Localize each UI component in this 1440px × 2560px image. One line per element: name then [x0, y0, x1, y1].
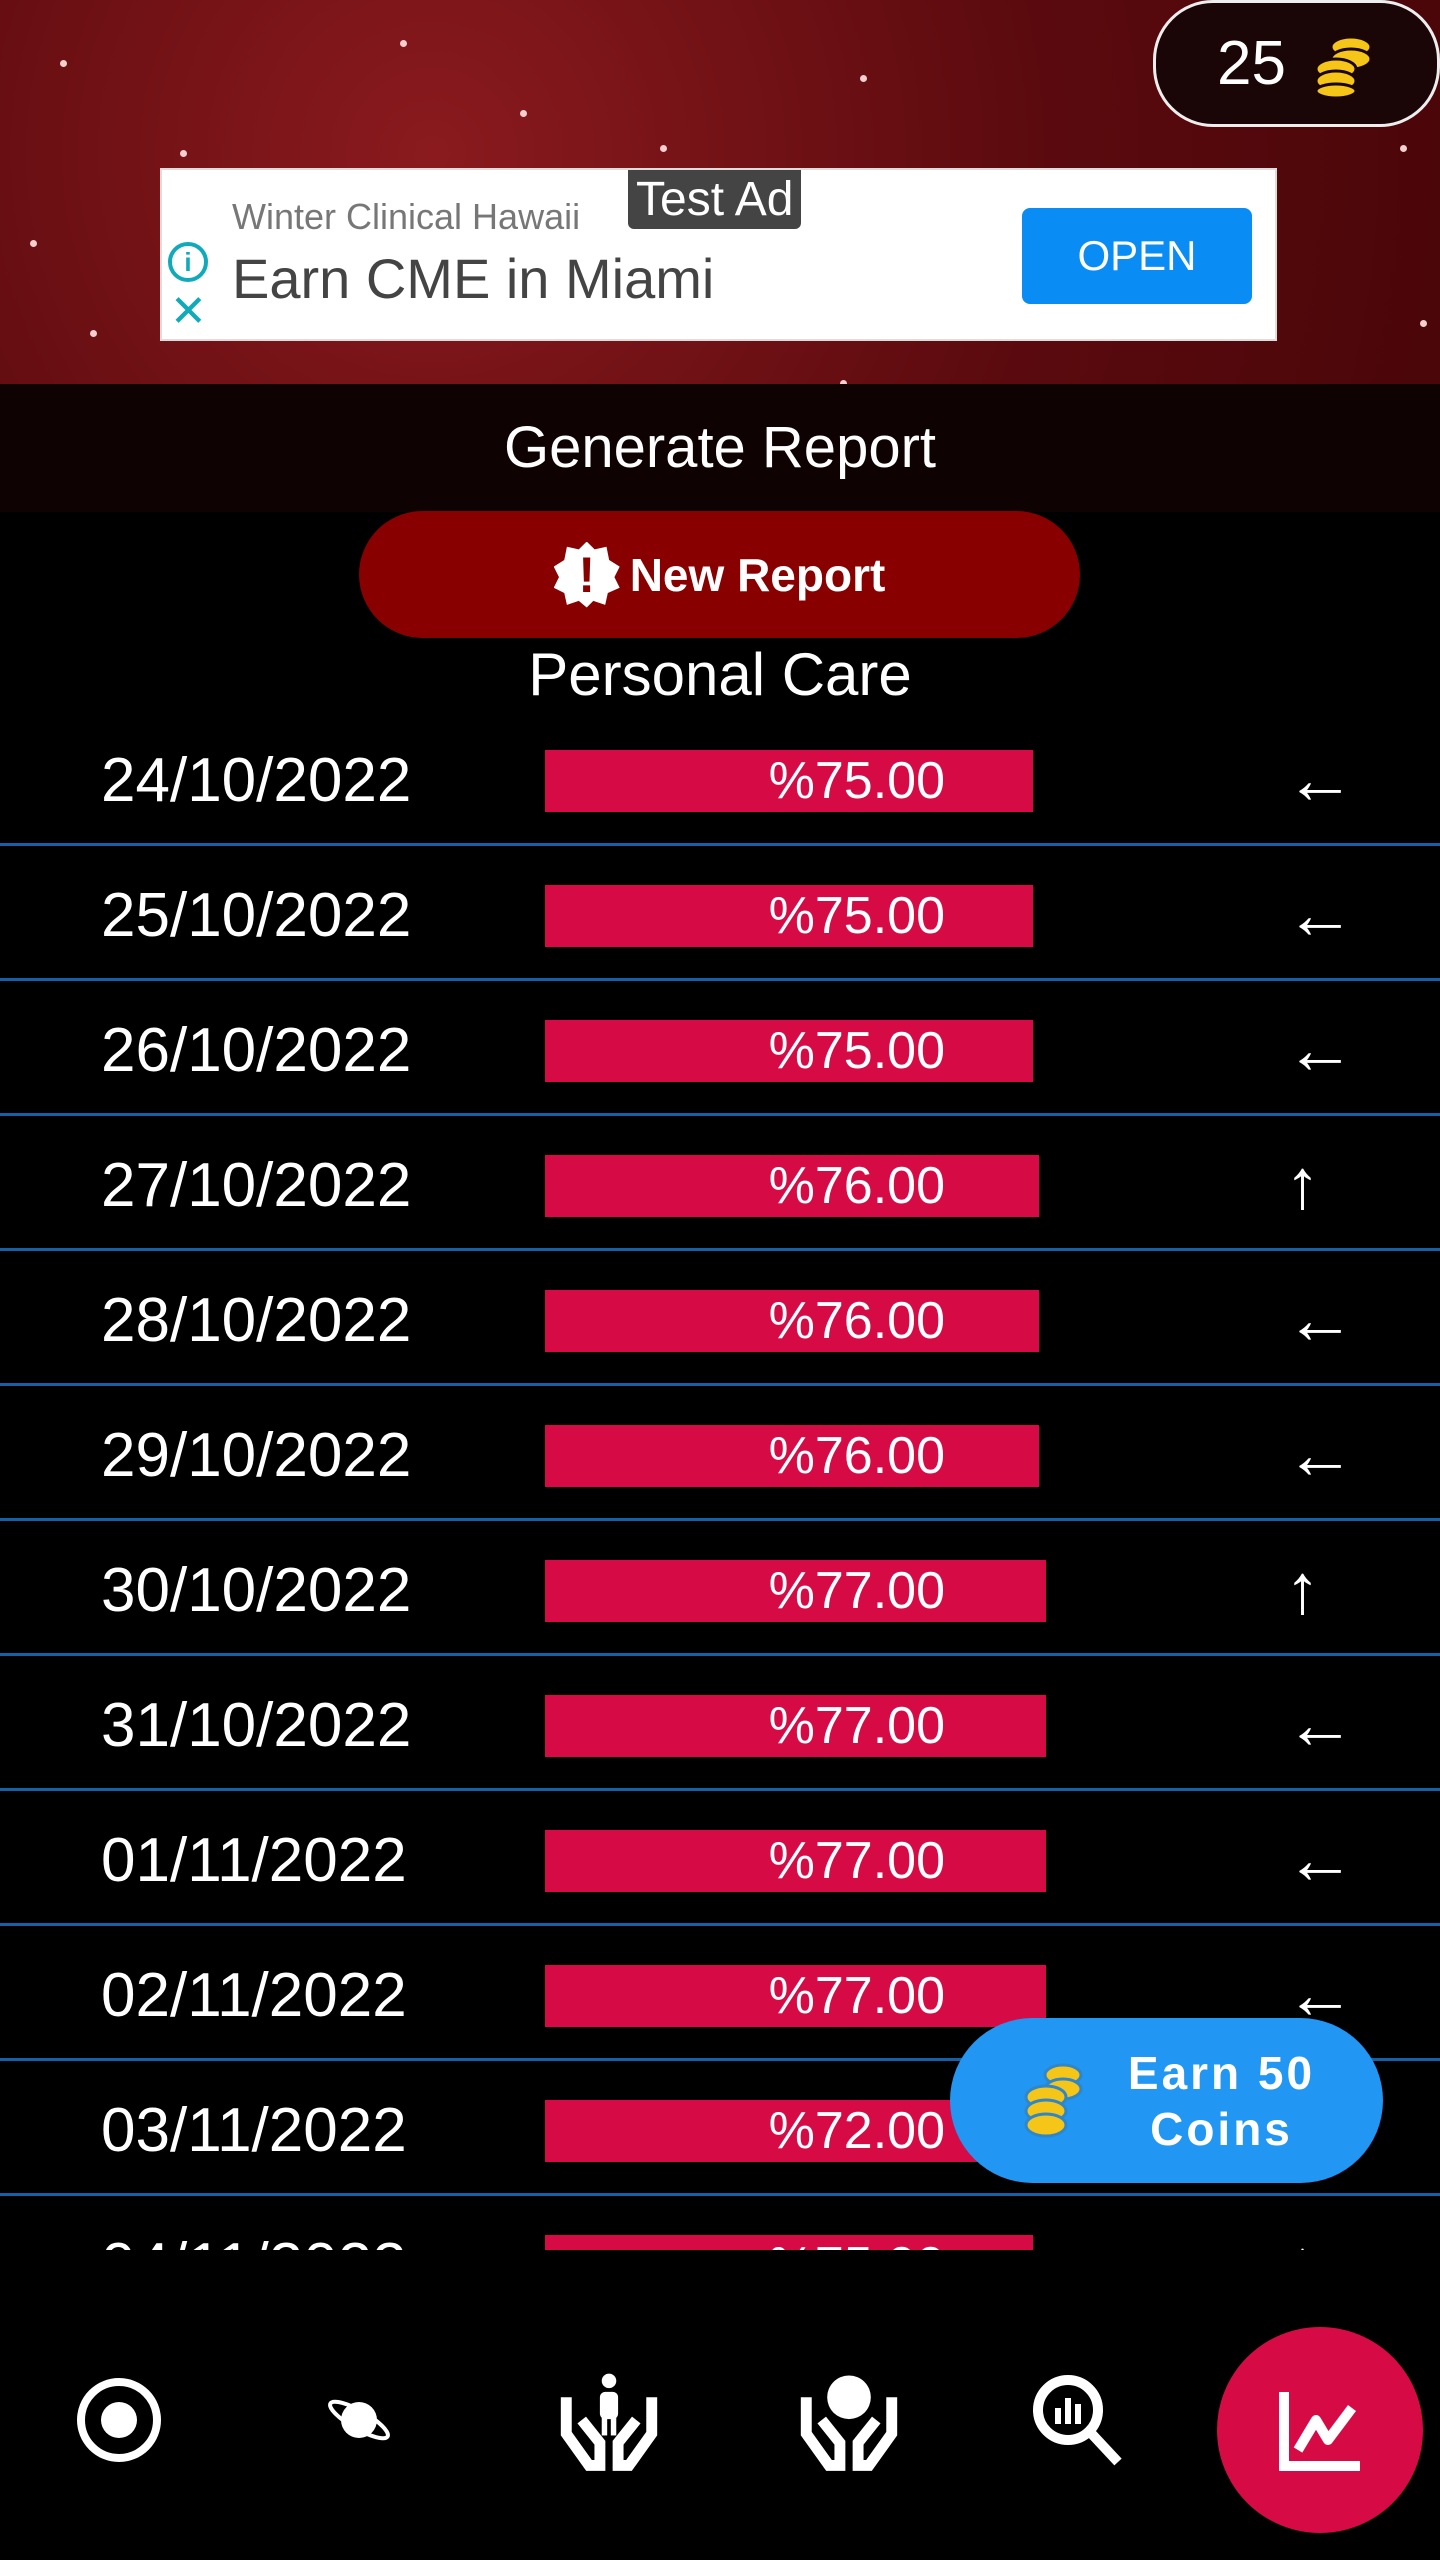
report-row[interactable]: 04/11/2022 %75.00 ↑ — [0, 2196, 1440, 2250]
row-date: 31/10/2022 — [101, 1691, 412, 1760]
arrow-left-icon: ← — [1285, 1010, 1355, 1088]
star-decoration — [660, 145, 667, 152]
ad-test-tag: Test Ad — [628, 170, 802, 229]
report-row[interactable]: 26/10/2022 %75.00 ← — [0, 981, 1440, 1116]
star-decoration — [860, 75, 867, 82]
row-percent: %72.00 — [768, 2102, 945, 2160]
row-date: 24/10/2022 — [101, 746, 412, 815]
earn-line-1: Earn 50 — [1127, 2046, 1316, 2099]
star-decoration — [180, 150, 187, 157]
arrow-left-icon: ← — [1285, 740, 1355, 818]
report-row[interactable]: 25/10/2022 %75.00 ← — [0, 846, 1440, 981]
row-date: 02/11/2022 — [101, 1961, 407, 2030]
row-percent: %75.00 — [768, 887, 945, 945]
radio-target-icon[interactable] — [69, 2370, 169, 2470]
new-report-button[interactable]: ! New Report — [359, 511, 1080, 638]
report-row[interactable]: 27/10/2022 %76.00 ↑ — [0, 1116, 1440, 1251]
arrow-left-icon: ← — [1285, 1820, 1355, 1898]
star-decoration — [60, 60, 67, 67]
row-date: 27/10/2022 — [101, 1151, 412, 1220]
arrow-up-icon: ↑ — [1285, 2224, 1320, 2250]
star-decoration — [1400, 145, 1407, 152]
star-decoration — [90, 330, 97, 337]
arrow-up-icon: ↑ — [1285, 1550, 1320, 1628]
star-decoration — [400, 40, 407, 47]
row-date: 26/10/2022 — [101, 1016, 412, 1085]
info-icon[interactable]: i — [168, 242, 208, 282]
row-date: 28/10/2022 — [101, 1286, 412, 1355]
report-row[interactable]: 30/10/2022 %77.00 ↑ — [0, 1521, 1440, 1656]
row-date: 01/11/2022 — [101, 1826, 407, 1895]
report-row[interactable]: 28/10/2022 %76.00 ← — [0, 1251, 1440, 1386]
row-percent: %75.00 — [545, 2235, 945, 2250]
hands-child-icon[interactable] — [559, 2370, 659, 2471]
row-date: 03/11/2022 — [101, 2096, 407, 2165]
star-decoration — [1420, 320, 1427, 327]
coin-balance[interactable]: 25 — [1153, 0, 1440, 127]
star-decoration — [30, 240, 37, 247]
ad-banner[interactable]: i ✕ Winter Clinical Hawaii Test Ad Earn … — [160, 168, 1277, 341]
star-decoration — [520, 110, 527, 117]
new-report-label: New Report — [629, 548, 886, 601]
category-title: Personal Care — [528, 641, 912, 708]
row-percent: %77.00 — [768, 1562, 945, 1620]
reports-tab-button[interactable] — [1217, 2327, 1423, 2533]
earn-line-2: Coins — [1150, 2102, 1293, 2155]
report-row[interactable]: 01/11/2022 %77.00 ← — [0, 1791, 1440, 1926]
arrow-left-icon: ← — [1285, 1685, 1355, 1763]
search-chart-icon[interactable] — [1028, 2370, 1128, 2470]
row-percent: %76.00 — [768, 1157, 945, 1215]
row-date: 29/10/2022 — [101, 1421, 412, 1490]
hands-heart-icon[interactable] — [799, 2370, 899, 2471]
arrow-up-icon: ↑ — [1285, 1145, 1320, 1223]
row-date: 04/11/2022 — [101, 2230, 407, 2250]
report-row[interactable]: 24/10/2022 %75.00 ← — [0, 711, 1440, 846]
arrow-left-icon: ← — [1285, 875, 1355, 953]
ad-open-button[interactable]: OPEN — [1022, 208, 1252, 304]
arrow-left-icon: ← — [1285, 1415, 1355, 1493]
arrow-left-icon: ← — [1285, 1280, 1355, 1358]
planet-icon[interactable] — [309, 2370, 409, 2470]
page-title: Generate Report — [0, 384, 1440, 512]
earn-coins-button[interactable]: Earn 50 Coins — [950, 2018, 1383, 2183]
row-date: 30/10/2022 — [101, 1556, 412, 1625]
close-icon[interactable]: ✕ — [170, 286, 207, 337]
trend-chart-icon — [1279, 2392, 1360, 2471]
ad-advertiser: Winter Clinical Hawaii — [232, 196, 581, 237]
row-percent: %77.00 — [768, 1967, 945, 2025]
row-percent: %77.00 — [768, 1832, 945, 1890]
row-percent: %75.00 — [768, 1022, 945, 1080]
row-percent: %75.00 — [768, 752, 945, 810]
row-percent: %76.00 — [768, 1427, 945, 1485]
coins-icon — [1024, 2063, 1083, 2137]
report-row[interactable]: 29/10/2022 %76.00 ← — [0, 1386, 1440, 1521]
row-date: 25/10/2022 — [101, 881, 412, 950]
alert-badge-icon: ! — [553, 541, 620, 608]
ad-headline: Earn CME in Miami — [232, 247, 715, 310]
row-percent: %76.00 — [768, 1292, 945, 1350]
row-percent: %77.00 — [768, 1697, 945, 1755]
report-row[interactable]: 31/10/2022 %77.00 ← — [0, 1656, 1440, 1791]
coins-icon — [1314, 35, 1373, 99]
coin-count: 25 — [1217, 29, 1286, 98]
